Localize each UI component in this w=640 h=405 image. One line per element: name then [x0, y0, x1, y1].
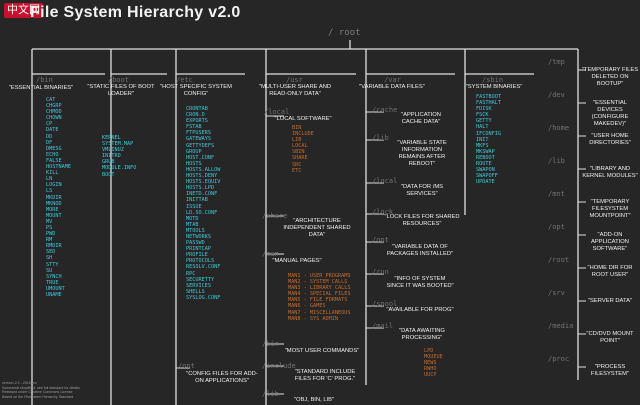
usr-local-description: "LOCAL SOFTWARE" [274, 116, 332, 122]
right-dir-description: "HOME DIR FOR ROOT USER" [587, 265, 633, 278]
right-dir-description: "TEMPORARY FILESYSTEM MOUNTPOINT" [589, 199, 631, 219]
etc-file-list: CRONTAB CRON.D EXPORTS FSTAB FTPUSERS GATEWAY… [186, 106, 220, 301]
right-dir-label: /tmp [548, 58, 565, 66]
right-dir-label: /proc [548, 355, 570, 363]
bin-dir-label: /bin [36, 76, 53, 84]
var-mail-dir-label: /mail [372, 322, 394, 330]
var-spool-description: "AVAILABLE FOR PROG" [386, 307, 454, 313]
usr-man-item: MAN7 - MISCELLANEOUS [288, 309, 351, 316]
right-dir-label: /opt [548, 223, 565, 231]
var-spool-list: LPD MQUEUE NEWS RWHO UUCP [424, 348, 443, 378]
right-dir-label: /srv [548, 289, 565, 297]
sbin-dir-label: /sbin [482, 76, 504, 84]
right-dir-description: "TEMPORARY FILES DELETED ON BOOTUP" [581, 67, 639, 87]
var-spool-item: UUCP [424, 372, 437, 379]
var-mail-description: "DATA AWAITING PROCESSING" [399, 328, 445, 341]
right-dir-label: /dev [548, 91, 565, 99]
usr-lib-dir-label: /lib [262, 390, 279, 398]
var-run-dir-label: /run [372, 268, 389, 276]
footer-notes: version 2.0 - 2015 rev Somewhat simplifie… [2, 381, 80, 399]
usr-local-dir-label: /local [264, 108, 290, 116]
etc-file-item: LD.SO.CONF [186, 209, 218, 216]
hierarchy-lines [31, 40, 586, 405]
bin-file-item: UNAME [46, 292, 62, 298]
var-lib-description: "VARIABLE STATE INFORMATION REMAINS AFTE… [397, 140, 447, 167]
usr-local-list: BIN INCLUDE LIB LOCAL SBIN SHARE SRC ETC [292, 125, 314, 174]
right-dir-label: /root [548, 256, 570, 264]
usr-man-description: "MANUAL PAGES" [272, 258, 322, 264]
footer-line: Based on the Filesystem Hierarchy Standa… [2, 394, 74, 399]
right-dir-description: "SERVER DATA" [587, 298, 633, 304]
etc-file-item: SYSLOG.CONF [186, 294, 221, 301]
usr-bin-description: "MOST USER COMMANDS" [284, 348, 360, 354]
var-lock-description: "LOCK FILES FOR SHARED RESOURCES" [384, 214, 460, 227]
right-dir-description: "PROCESS FILESYSTEM" [590, 364, 630, 377]
right-dir-description: "CD/DVD MOUNT POINT" [586, 331, 634, 344]
boot-file-item: MODULE.INFO [102, 165, 137, 172]
boot-file-item: BOOT [102, 171, 115, 178]
var-opt-dir-label: /opt [372, 236, 389, 244]
etc-opt-description: "CONFIG FILES FOR ADD-ON APPLICATIONS" [186, 371, 258, 384]
usr-man-list: MAN1 - USER PROGRAMS MAN2 - SYSTEM CALLS M… [288, 273, 350, 322]
var-description: "VARIABLE DATA FILES" [359, 84, 425, 90]
var-run-description: "INFO OF SYSTEM SINCE IT WAS BOOTED" [386, 276, 454, 289]
etc-opt-dir-label: /opt [178, 362, 195, 370]
sbin-file-list: FASTBOOT FASTHALT FDISK FSCK GETTY HALT IFCONF… [476, 94, 501, 185]
var-local-description: "DATA FOR /MS SERVICES" [400, 184, 444, 197]
right-dir-label: /home [548, 124, 570, 132]
right-dir-label: /media [548, 322, 574, 330]
bin-description: "ESSENTIAL BINARIES" [8, 85, 74, 91]
usr-include-description: "STANDARD INCLUDE FILES FOR 'C' PROG." [294, 369, 356, 382]
var-cache-description: "APPLICATION CACHE DATA" [401, 112, 441, 125]
boot-description: "STATIC FILES OF BOOT LOADER" [87, 84, 155, 97]
var-dir-label: /var [384, 76, 401, 84]
bin-file-list: CAT CHGRP CHMOD CHOWN CP DATE DD DF DMESG ECHO FAL… [46, 97, 71, 298]
boot-file-list: KERNEL SYSTEM.MAP VMLINUZ INITRD GRUB MODULE.… [102, 135, 136, 178]
right-dir-description: "LIBRARY AND KERNEL MODULES" [582, 166, 638, 179]
usr-dir-label: /usr [286, 76, 303, 84]
sbin-file-item: IFCONFIG [476, 130, 501, 137]
root-dir-label: / root [328, 28, 361, 38]
usr-lib-description: "OBJ, BIN, LIB" [293, 397, 335, 403]
sbin-file-item: UPDATE [476, 179, 495, 186]
etc-description: "HOST SPECIFIC SYSTEM CONFIG" [160, 84, 232, 97]
right-dir-description: "USER HOME DIRECTORIES" [589, 133, 631, 146]
etc-dir-label: /etc [176, 76, 193, 84]
right-dir-description: "ADD-ON APPLICATION SOFTWARE" [591, 232, 629, 252]
usr-local-item: ETC [292, 167, 302, 174]
var-lib-dir-label: /lib [372, 134, 389, 142]
right-dir-label: /mnt [548, 190, 565, 198]
right-dir-description: "ESSENTIAL DEVICES (CONFIGURE MAKEDEV)" [591, 100, 629, 127]
sbin-description: "SYSTEM BINARIES" [465, 84, 523, 90]
usr-bin-dir-label: /bin [262, 340, 279, 348]
var-opt-description: "VARIABLE DATA OF PACKAGES INSTALLED" [386, 244, 454, 257]
right-dir-label: /lib [548, 157, 565, 165]
usr-description: "MULTI-USER SHARE AND READ-ONLY DATA" [258, 84, 332, 97]
boot-dir-label: /boot [108, 76, 130, 84]
etc-file-item: RESOLV.CONF [186, 264, 221, 271]
usr-share-description: "ARCHITECTURE INDEPENDENT SHARED DATA" [283, 218, 351, 238]
usr-man-dir-label: /man [262, 250, 279, 258]
usr-man-item: MAN8 - SYS ADMIN [288, 315, 338, 322]
